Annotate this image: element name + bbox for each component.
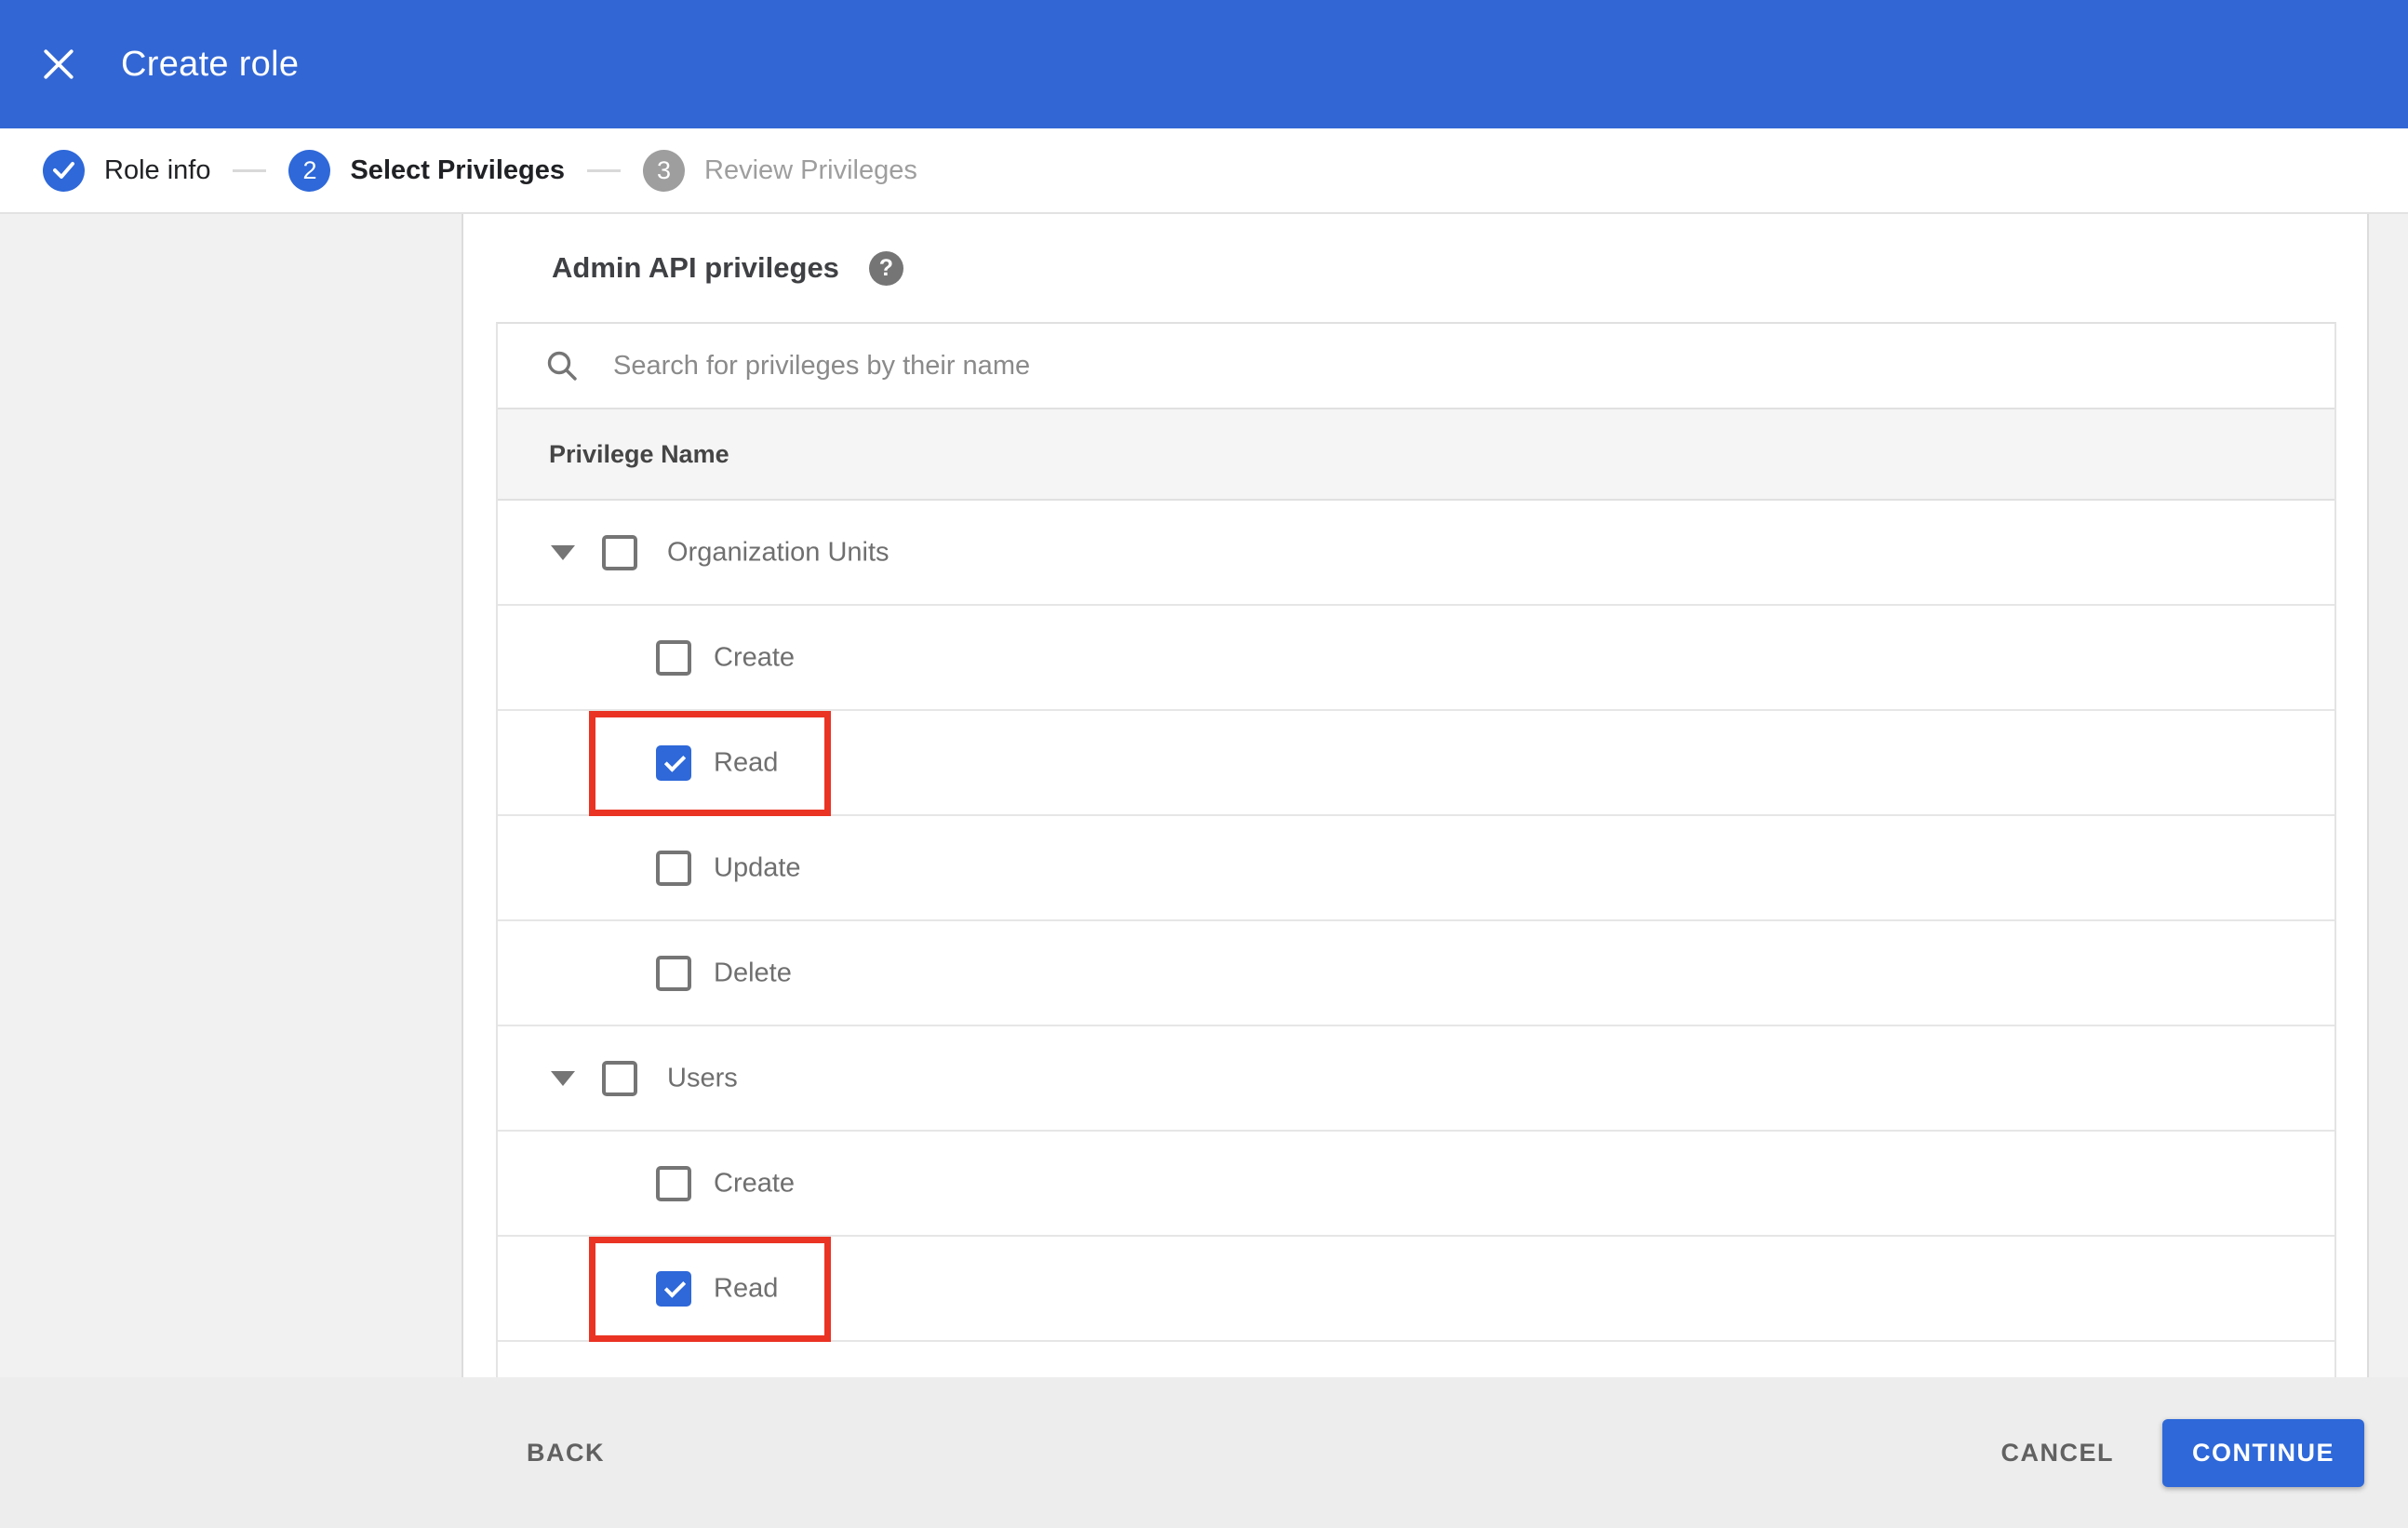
- step-connector: [587, 168, 621, 172]
- step-connector: [233, 168, 267, 172]
- back-button[interactable]: BACK: [527, 1439, 605, 1468]
- search-icon: [544, 348, 580, 383]
- privilege-checkbox[interactable]: [602, 1060, 637, 1096]
- privilege-checkbox[interactable]: [656, 850, 691, 886]
- privileges-table: Privilege Name Organization Units Create…: [496, 322, 2336, 1379]
- privilege-label: Users: [667, 1063, 738, 1092]
- privilege-label: Create: [714, 642, 796, 672]
- expand-arrow-icon[interactable]: [551, 1070, 575, 1086]
- step-label: Review Privileges: [704, 154, 917, 185]
- action-bar-right: CANCEL CONTINUE: [2001, 1418, 2364, 1487]
- privilege-row: Create: [498, 1132, 2334, 1237]
- privilege-rows: Organization Units Create Read Update De…: [498, 501, 2334, 1342]
- dialog-titlebar: Create role: [0, 0, 2408, 128]
- step-number: 3: [643, 149, 685, 192]
- stepper: Role info 2 Select Privileges 3 Review P…: [0, 128, 2408, 214]
- privilege-checkbox[interactable]: [656, 955, 691, 991]
- highlight-box: [589, 711, 831, 816]
- step-select-privileges[interactable]: 2 Select Privileges: [288, 149, 565, 192]
- step-label: Select Privileges: [350, 154, 565, 185]
- help-icon[interactable]: ?: [868, 250, 903, 286]
- partial-row: [498, 1342, 2334, 1379]
- search-input[interactable]: [611, 349, 2007, 382]
- privilege-checkbox[interactable]: [656, 744, 691, 781]
- section-title: Admin API privileges: [552, 251, 839, 284]
- privilege-row: Read: [498, 711, 2334, 816]
- column-header-privilege-name: Privilege Name: [498, 409, 2334, 501]
- privilege-checkbox[interactable]: [656, 639, 691, 676]
- action-bar: BACK CANCEL CONTINUE: [0, 1377, 2408, 1528]
- privilege-row: Read: [498, 1237, 2334, 1342]
- privilege-label: Delete: [714, 958, 792, 987]
- section-header: Admin API privileges ?: [463, 214, 2367, 322]
- highlight-box: [589, 1237, 831, 1342]
- step-review-privileges[interactable]: 3 Review Privileges: [643, 149, 917, 192]
- privilege-row: Update: [498, 816, 2334, 921]
- privilege-label: Update: [714, 852, 801, 882]
- continue-button[interactable]: CONTINUE: [2162, 1418, 2364, 1487]
- privilege-label: Create: [714, 1168, 796, 1198]
- privilege-label: Read: [714, 747, 779, 777]
- privilege-row: Organization Units: [498, 501, 2334, 606]
- page-background: Admin API privileges ? Privilege Name Or…: [0, 214, 2408, 1379]
- dialog-title: Create role: [121, 44, 300, 84]
- privilege-row: Create: [498, 606, 2334, 711]
- privilege-checkbox[interactable]: [656, 1270, 691, 1307]
- privilege-checkbox[interactable]: [602, 534, 637, 570]
- expand-arrow-icon[interactable]: [551, 544, 575, 560]
- privileges-panel: Admin API privileges ? Privilege Name Or…: [463, 214, 2367, 1379]
- close-icon[interactable]: [37, 43, 80, 86]
- privilege-row: Delete: [498, 921, 2334, 1026]
- step-complete-check-icon: [43, 149, 85, 192]
- cancel-button[interactable]: CANCEL: [2001, 1439, 2115, 1468]
- privilege-label: Organization Units: [667, 537, 890, 567]
- privilege-row: Users: [498, 1026, 2334, 1132]
- privilege-checkbox[interactable]: [656, 1165, 691, 1201]
- step-label: Role info: [104, 154, 211, 185]
- step-number: 2: [288, 149, 331, 192]
- step-role-info[interactable]: Role info: [43, 149, 211, 192]
- privilege-label: Read: [714, 1273, 779, 1303]
- search-row: [498, 324, 2334, 409]
